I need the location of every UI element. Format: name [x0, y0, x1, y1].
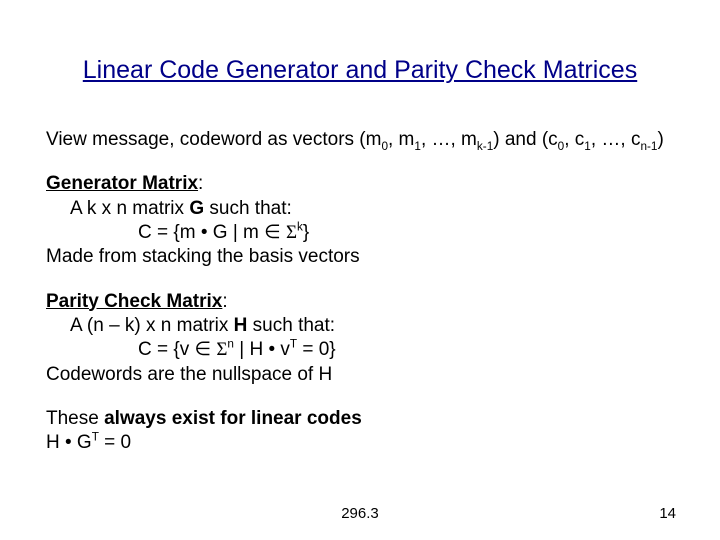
text: = 0	[99, 432, 131, 453]
matrix-h: H	[234, 315, 248, 336]
parity-line-3: Codewords are the nullspace of H	[46, 363, 686, 387]
intro-text: , c	[564, 129, 584, 150]
text: such that:	[247, 315, 335, 336]
generator-block: Generator Matrix: A k x n matrix G such …	[46, 172, 686, 269]
emphasis: always exist for linear codes	[104, 408, 362, 429]
footer-center: 296.3	[0, 505, 720, 522]
generator-line-3: Made from stacking the basis vectors	[46, 245, 686, 269]
text: These	[46, 408, 104, 429]
parity-block: Parity Check Matrix: A (n – k) x n matri…	[46, 290, 686, 387]
intro-text: )	[657, 129, 663, 150]
slide: Linear Code Generator and Parity Check M…	[0, 0, 720, 540]
text: H • G	[46, 432, 92, 453]
generator-line-1: A k x n matrix G such that:	[46, 197, 686, 221]
intro-text: , …, c	[591, 129, 641, 150]
text: | H • v	[234, 339, 290, 360]
closing-block: These always exist for linear codes H • …	[46, 407, 686, 456]
transpose: T	[290, 338, 297, 351]
matrix-g: G	[189, 198, 204, 219]
parity-heading: Parity Check Matrix	[46, 291, 222, 312]
intro-text: View message, codeword as vectors (m	[46, 129, 381, 150]
generator-heading-line: Generator Matrix:	[46, 172, 686, 196]
text: C = {v ∈	[138, 339, 216, 360]
closing-line-2: H • GT = 0	[46, 431, 686, 455]
closing-line-1: These always exist for linear codes	[46, 407, 686, 431]
slide-title: Linear Code Generator and Parity Check M…	[0, 56, 720, 85]
colon: :	[222, 291, 227, 312]
generator-line-2: C = {m • G | m ∈ Σk}	[46, 221, 686, 245]
text: such that:	[204, 198, 292, 219]
intro-sub: k-1	[477, 140, 493, 153]
text: C = {m • G | m ∈	[138, 222, 286, 243]
generator-heading: Generator Matrix	[46, 173, 198, 194]
parity-line-1: A (n – k) x n matrix H such that:	[46, 314, 686, 338]
colon: :	[198, 173, 203, 194]
slide-body: View message, codeword as vectors (m0, m…	[46, 128, 686, 475]
transpose: T	[92, 431, 99, 444]
text: A k x n matrix	[70, 198, 189, 219]
intro-text: ) and (c	[493, 129, 557, 150]
intro-sub: n-1	[640, 140, 657, 153]
intro-line: View message, codeword as vectors (m0, m…	[46, 128, 686, 152]
sigma-symbol: Σ	[216, 339, 227, 360]
parity-heading-line: Parity Check Matrix:	[46, 290, 686, 314]
text: = 0}	[297, 339, 336, 360]
footer-page-number: 14	[659, 505, 676, 522]
text: }	[303, 222, 309, 243]
intro-text: , …, m	[421, 129, 477, 150]
text: A (n – k) x n matrix	[70, 315, 234, 336]
parity-line-2: C = {v ∈ Σn | H • vT = 0}	[46, 338, 686, 362]
intro-text: , m	[388, 129, 414, 150]
sigma-symbol: Σ	[286, 222, 297, 243]
